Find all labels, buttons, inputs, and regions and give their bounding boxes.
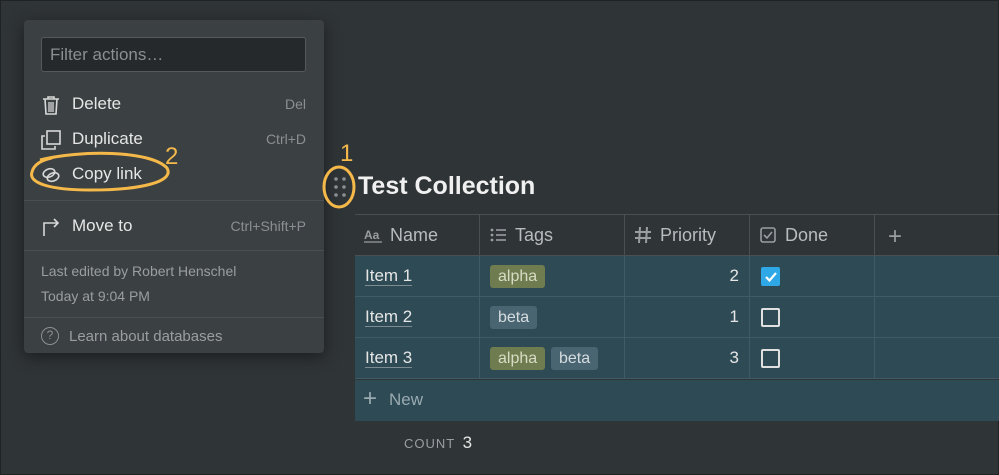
column-header-tags[interactable]: Tags xyxy=(480,215,625,256)
checkbox-property-icon xyxy=(760,227,776,243)
learn-label: Learn about databases xyxy=(69,328,223,345)
done-checkbox[interactable] xyxy=(761,349,780,368)
item-name[interactable]: Item 3 xyxy=(365,348,413,368)
done-cell xyxy=(750,297,875,338)
priority-cell[interactable]: 1 xyxy=(625,297,750,338)
tags-cell[interactable]: beta xyxy=(480,297,625,338)
column-label: Done xyxy=(785,225,829,245)
learn-about-databases-link[interactable]: ? Learn about databases xyxy=(41,327,311,347)
text-property-icon: Aa xyxy=(364,228,382,243)
menu-item-delete[interactable]: Delete Del xyxy=(24,87,324,121)
block-actions-menu: Delete Del Duplicate Ctrl+D Copy link Mo… xyxy=(24,20,324,353)
move-arrow-icon xyxy=(43,218,60,236)
add-column-button[interactable]: + xyxy=(885,223,905,251)
trash-icon xyxy=(43,96,59,115)
priority-value: 1 xyxy=(729,307,739,326)
tags-cell[interactable]: alpha beta xyxy=(480,338,625,379)
tag-beta: beta xyxy=(551,347,599,370)
done-checkbox[interactable] xyxy=(761,308,780,327)
name-cell[interactable]: Item 3 xyxy=(355,338,480,379)
tag-beta: beta xyxy=(490,306,538,329)
done-checkbox-checked[interactable] xyxy=(761,267,780,286)
annotation-number-1: 1 xyxy=(340,140,354,167)
drag-handle-icon[interactable] xyxy=(323,168,357,206)
done-cell xyxy=(750,256,875,297)
add-new-row-button[interactable]: + New xyxy=(355,380,999,421)
row-count[interactable]: COUNT 3 xyxy=(404,433,472,453)
name-cell[interactable]: Item 2 xyxy=(355,297,480,338)
list-icon xyxy=(490,228,506,242)
column-header-name[interactable]: Aa Name xyxy=(355,215,480,256)
svg-text:Aa: Aa xyxy=(364,228,380,242)
column-label: Priority xyxy=(660,225,717,245)
name-cell[interactable]: Item 1 xyxy=(355,256,480,297)
table-row[interactable]: Item 2 beta 1 xyxy=(355,297,999,338)
menu-divider xyxy=(24,250,324,251)
menu-divider xyxy=(24,200,324,201)
count-value: 3 xyxy=(462,433,473,452)
priority-cell[interactable]: 2 xyxy=(625,256,750,297)
checkmark-icon xyxy=(765,272,777,283)
table-row[interactable]: Item 1 alpha 2 xyxy=(355,256,999,297)
last-edited-time: Today at 9:04 PM xyxy=(41,288,150,304)
menu-divider xyxy=(24,317,324,318)
plus-icon: + xyxy=(363,385,378,412)
table-header: Aa Name Tags Priority Done + xyxy=(355,214,999,256)
menu-item-label: Duplicate xyxy=(72,129,143,148)
column-label: Tags xyxy=(515,225,554,245)
menu-item-move-to[interactable]: Move to Ctrl+Shift+P xyxy=(24,209,324,243)
menu-item-label: Delete xyxy=(72,94,122,113)
hash-icon xyxy=(635,226,651,244)
tag-alpha: alpha xyxy=(490,347,546,370)
tags-cell[interactable]: alpha xyxy=(480,256,625,297)
link-icon xyxy=(42,167,60,183)
new-row-label: New xyxy=(389,390,424,409)
priority-value: 3 xyxy=(729,348,739,367)
filter-actions-input[interactable] xyxy=(41,37,306,72)
database-title[interactable]: Test Collection xyxy=(358,172,535,201)
done-cell xyxy=(750,338,875,379)
priority-cell[interactable]: 3 xyxy=(625,338,750,379)
count-label: COUNT xyxy=(404,436,456,451)
priority-value: 2 xyxy=(729,266,739,285)
item-name[interactable]: Item 2 xyxy=(365,307,413,327)
column-header-done[interactable]: Done xyxy=(750,215,875,256)
annotation-number-2: 2 xyxy=(165,143,179,170)
last-edited-by: Last edited by Robert Henschel xyxy=(41,263,237,279)
item-name[interactable]: Item 1 xyxy=(365,266,413,286)
menu-item-label: Move to xyxy=(72,216,133,235)
help-icon: ? xyxy=(41,327,59,345)
tag-alpha: alpha xyxy=(490,265,546,288)
duplicate-icon xyxy=(41,130,61,150)
menu-item-label: Copy link xyxy=(72,164,142,183)
column-label: Name xyxy=(390,225,439,245)
shortcut-label: Ctrl+D xyxy=(265,131,306,147)
shortcut-label: Del xyxy=(284,96,306,112)
shortcut-label: Ctrl+Shift+P xyxy=(230,218,306,234)
column-header-priority[interactable]: Priority xyxy=(625,215,750,256)
table-row[interactable]: Item 3 alpha beta 3 xyxy=(355,338,999,379)
